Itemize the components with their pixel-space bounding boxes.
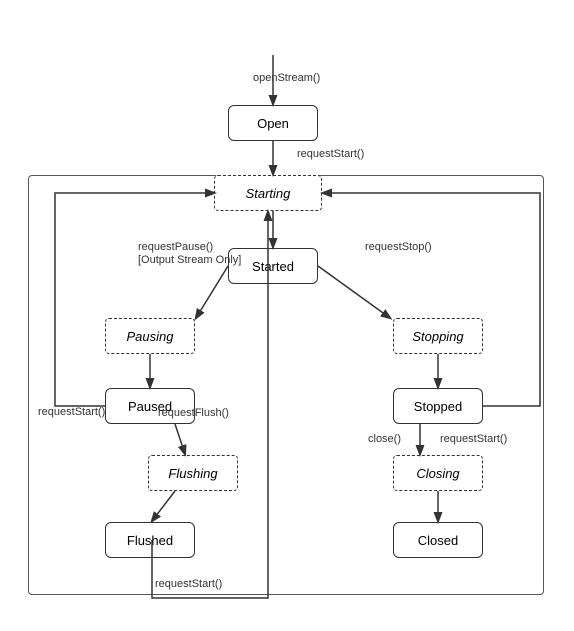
label-requestStart2: requestStart() <box>38 406 105 418</box>
label-requestStart3: requestStart() <box>440 433 507 445</box>
state-closing: Closing <box>393 455 483 491</box>
label-outputStreamOnly: [Output Stream Only] <box>138 254 241 266</box>
label-requestStart1: requestStart() <box>297 148 364 160</box>
state-starting: Starting <box>214 175 322 211</box>
state-pausing: Pausing <box>105 318 195 354</box>
state-stopping: Stopping <box>393 318 483 354</box>
state-diagram: Open Starting Started Pausing Paused Flu… <box>0 0 574 631</box>
label-requestFlush: requestFlush() <box>158 407 229 419</box>
label-requestPause: requestPause() <box>138 241 213 253</box>
state-closed: Closed <box>393 522 483 558</box>
state-flushed: Flushed <box>105 522 195 558</box>
label-close: close() <box>368 433 401 445</box>
label-requestStart4: requestStart() <box>155 578 222 590</box>
label-openStream: openStream() <box>253 72 320 84</box>
state-flushing: Flushing <box>148 455 238 491</box>
label-requestStop: requestStop() <box>365 241 432 253</box>
state-stopped: Stopped <box>393 388 483 424</box>
state-started: Started <box>228 248 318 284</box>
state-open: Open <box>228 105 318 141</box>
